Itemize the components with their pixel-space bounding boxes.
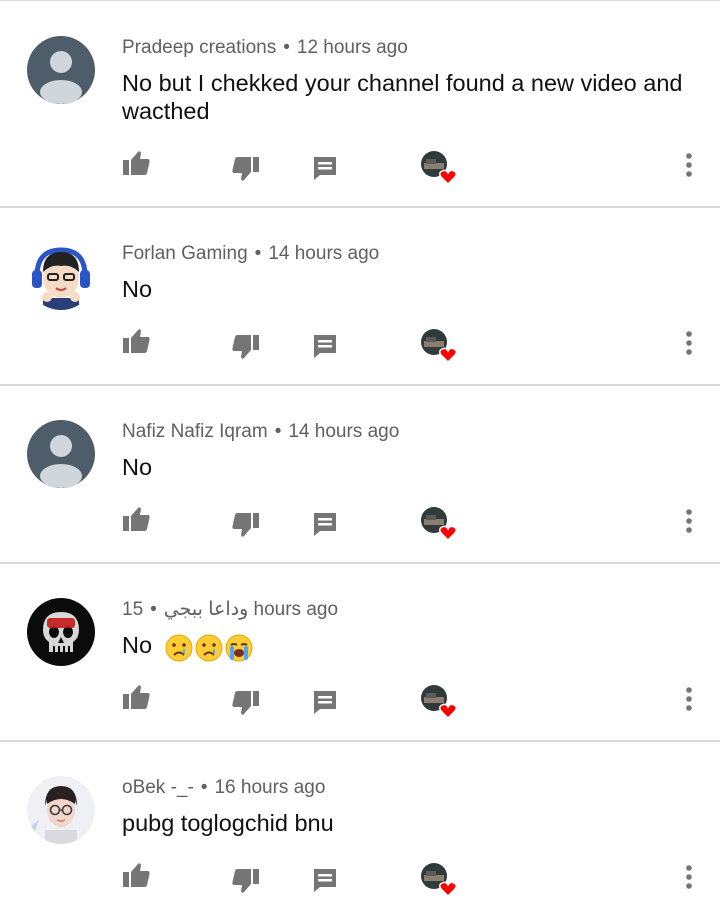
comment-text: pubg toglogchid bnu xyxy=(122,809,702,837)
more-options-button[interactable] xyxy=(671,859,707,895)
comment-time[interactable]: 14 hours ago xyxy=(268,243,379,264)
default-avatar-icon xyxy=(27,420,95,488)
skull-avatar-icon xyxy=(27,598,95,666)
creator-heart-badge xyxy=(420,684,460,720)
comment-thread: وداعا ببجي•15 hours ago No xyxy=(0,564,720,742)
creator-heart-badge xyxy=(420,862,460,898)
default-avatar-icon xyxy=(27,36,95,104)
creator-heart-badge xyxy=(420,328,460,364)
author-name[interactable]: وداعا ببجي xyxy=(164,599,248,620)
comment-thread: Pradeep creations • 12 hours ago No but I … xyxy=(0,0,720,208)
creator-heart-icon xyxy=(421,863,458,898)
reply-button[interactable] xyxy=(307,150,343,186)
creator-heart-badge xyxy=(420,150,460,186)
thumb-up-icon xyxy=(123,685,150,709)
thumb-down-icon xyxy=(232,157,259,181)
author-avatar[interactable] xyxy=(27,36,95,104)
comment-text: No xyxy=(122,453,702,481)
cartoon-gamer-avatar-icon xyxy=(27,242,95,310)
reply-button[interactable] xyxy=(307,506,343,542)
more-vert-icon xyxy=(686,687,692,711)
dislike-button[interactable] xyxy=(228,507,264,543)
author-name[interactable]: Pradeep creations xyxy=(122,37,276,58)
creator-heart-badge xyxy=(420,506,460,542)
comment-thread: oBek -_- • 16 hours ago pubg toglogchid bn… xyxy=(0,742,720,918)
reply-icon xyxy=(314,335,336,358)
thumb-down-icon xyxy=(232,691,259,715)
reply-icon xyxy=(314,691,336,714)
separator-dot: • xyxy=(254,243,262,264)
comment-text-content: No xyxy=(122,632,153,658)
creator-heart-icon xyxy=(421,329,458,364)
photo-avatar-icon xyxy=(27,776,95,844)
comment-text: No but I chekked your channel found a ne… xyxy=(122,69,702,125)
thumb-up-icon xyxy=(123,863,150,887)
comment-text-content: No xyxy=(122,454,153,480)
comment-meta: Forlan Gaming • 14 hours ago xyxy=(122,241,379,267)
comment-text: No xyxy=(122,631,702,662)
comment-meta: oBek -_- • 16 hours ago xyxy=(122,775,325,801)
separator-dot: • xyxy=(150,599,157,620)
comment-thread: Forlan Gaming • 14 hours ago No xyxy=(0,208,720,386)
author-name[interactable]: Forlan Gaming xyxy=(122,243,248,264)
comment-time[interactable]: 16 hours ago xyxy=(214,777,325,798)
author-avatar[interactable] xyxy=(27,242,95,310)
author-name[interactable]: oBek -_- xyxy=(122,777,194,798)
creator-heart-icon xyxy=(421,507,458,542)
dislike-button[interactable] xyxy=(228,685,264,721)
reply-button[interactable] xyxy=(307,328,343,364)
like-button[interactable] xyxy=(118,679,154,715)
more-vert-icon xyxy=(686,331,692,355)
reply-icon xyxy=(314,513,336,536)
comment-meta: Pradeep creations • 12 hours ago xyxy=(122,35,408,61)
more-options-button[interactable] xyxy=(671,503,707,539)
crying-face-icon xyxy=(165,634,193,662)
author-avatar[interactable] xyxy=(27,598,95,666)
thumb-up-icon xyxy=(123,329,150,353)
comment-time[interactable]: 14 hours ago xyxy=(288,421,399,442)
separator-dot: • xyxy=(274,421,282,442)
dislike-button[interactable] xyxy=(228,329,264,365)
separator-dot: • xyxy=(283,37,290,58)
crying-face-icon xyxy=(195,634,223,662)
author-avatar[interactable] xyxy=(27,776,95,844)
separator-dot: • xyxy=(200,777,208,798)
comment-text-content: pubg toglogchid bnu xyxy=(122,810,334,836)
thumb-up-icon xyxy=(123,507,150,531)
thumb-down-icon xyxy=(232,869,259,893)
creator-heart-icon xyxy=(421,151,458,186)
reply-icon xyxy=(314,157,336,180)
more-vert-icon xyxy=(686,153,692,177)
comment-thread: Nafiz Nafiz Iqram • 14 hours ago No xyxy=(0,386,720,564)
creator-heart-icon xyxy=(421,685,458,720)
more-options-button[interactable] xyxy=(671,681,707,717)
comment-meta: وداعا ببجي•15 hours ago xyxy=(122,597,338,623)
dislike-button[interactable] xyxy=(228,863,264,899)
like-button[interactable] xyxy=(118,323,154,359)
thumb-down-icon xyxy=(232,335,259,359)
thumb-up-icon xyxy=(123,151,150,175)
comment-text-content: No but I chekked your channel found a ne… xyxy=(122,70,683,124)
comment-time[interactable]: 12 hours ago xyxy=(297,37,408,58)
emoji-group xyxy=(165,632,255,662)
like-button[interactable] xyxy=(118,145,154,181)
like-button[interactable] xyxy=(118,857,154,893)
more-vert-icon xyxy=(686,509,692,533)
comment-meta: Nafiz Nafiz Iqram • 14 hours ago xyxy=(122,419,399,445)
reply-button[interactable] xyxy=(307,684,343,720)
like-button[interactable] xyxy=(118,501,154,537)
loudly-crying-face-icon xyxy=(225,634,253,662)
reply-icon xyxy=(314,869,336,892)
comment-text-content: No xyxy=(122,276,153,302)
author-name[interactable]: Nafiz Nafiz Iqram xyxy=(122,421,268,442)
author-avatar[interactable] xyxy=(27,420,95,488)
more-options-button[interactable] xyxy=(671,325,707,361)
thumb-down-icon xyxy=(232,513,259,537)
comment-text: No xyxy=(122,275,702,303)
reply-button[interactable] xyxy=(307,862,343,898)
dislike-button[interactable] xyxy=(228,151,264,187)
more-vert-icon xyxy=(686,865,692,889)
more-options-button[interactable] xyxy=(671,147,707,183)
